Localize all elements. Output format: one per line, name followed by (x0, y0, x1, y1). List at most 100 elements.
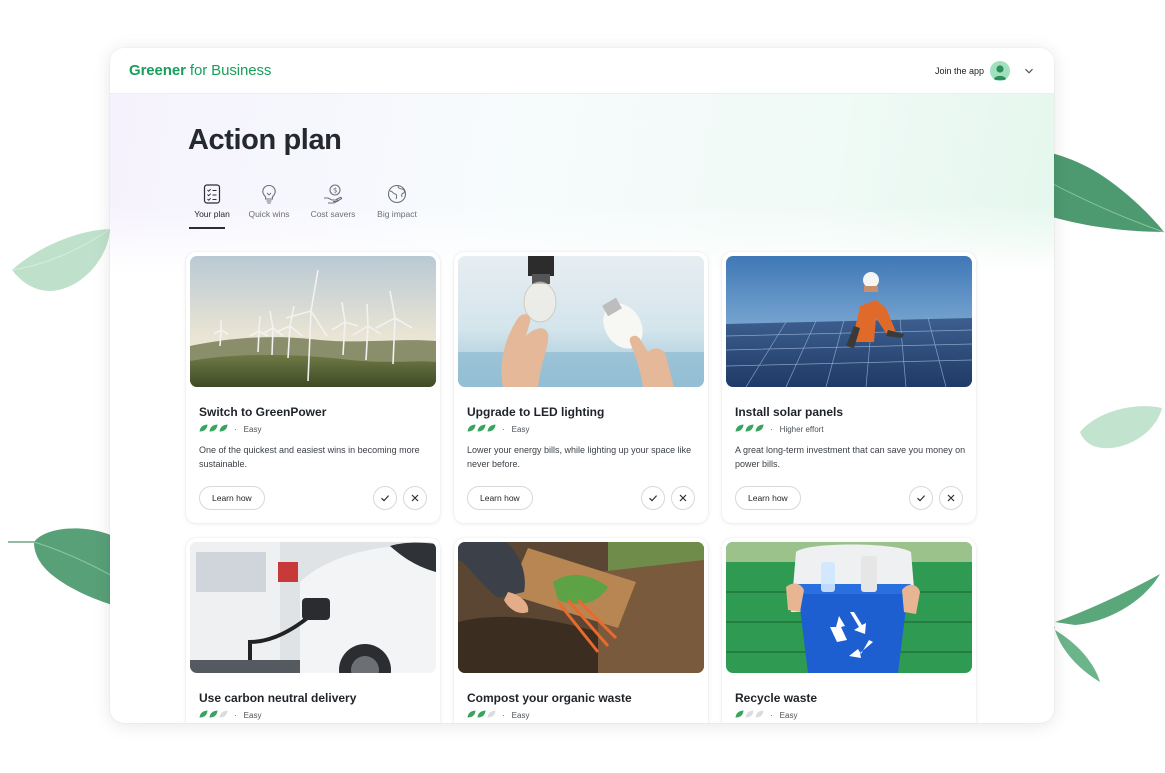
leaf-filled-icon (477, 424, 486, 432)
effort-label: Easy (511, 710, 530, 720)
leaf-empty-icon (755, 710, 764, 718)
card-title: Upgrade to LED lighting (467, 405, 605, 419)
tab-cost-savers[interactable]: $ Cost savers (301, 183, 365, 229)
effort-rating: · Easy (199, 710, 261, 720)
tab-quick-wins[interactable]: Quick wins (237, 183, 301, 229)
effort-label: Easy (243, 710, 262, 720)
accept-button[interactable] (909, 486, 933, 510)
card-description: Lower your energy bills, while lighting … (467, 445, 692, 469)
effort-rating: · Easy (467, 710, 529, 720)
separator-dot: · (234, 424, 237, 434)
app-window: Greener for Business Join the app Action… (110, 48, 1054, 723)
leaf-filled-icon (735, 424, 744, 432)
card-title: Install solar panels (735, 405, 844, 419)
effort-leaves (467, 710, 497, 720)
close-icon (947, 494, 955, 502)
effort-leaves (735, 710, 765, 720)
ev-charging-image (190, 542, 436, 673)
effort-leaves (199, 710, 229, 720)
action-card[interactable]: Recycle waste · Easy (722, 538, 976, 723)
user-avatar-icon (990, 60, 1010, 81)
leaf-filled-icon (209, 710, 218, 718)
join-app-label: Join the app (934, 65, 984, 76)
effort-leaves (467, 424, 497, 434)
light-bulbs-image (458, 256, 704, 387)
card-title: Compost your organic waste (467, 691, 632, 705)
dismiss-button[interactable] (403, 486, 427, 510)
svg-text:$: $ (333, 187, 337, 195)
separator-dot: · (770, 710, 773, 720)
learn-how-button[interactable]: Learn how (735, 486, 801, 510)
decorative-leaf-left-top (11, 228, 111, 291)
recycling-bin-image (726, 542, 972, 673)
accept-button[interactable] (641, 486, 665, 510)
action-card[interactable]: Switch to GreenPower · Easy One of the q… (186, 252, 440, 523)
tab-bar: Your plan Quick wins $ Cost savers Big i… (187, 183, 429, 229)
brand-name-bold: Greener (129, 62, 186, 79)
top-navigation-bar: Greener for Business Join the app (110, 48, 1054, 94)
leaf-filled-icon (755, 424, 764, 432)
leaf-filled-icon (467, 424, 476, 432)
effort-leaves (199, 424, 229, 434)
effort-rating: · Easy (735, 710, 797, 720)
tab-label: Cost savers (310, 209, 356, 219)
leaf-filled-icon (467, 710, 476, 718)
leaf-filled-icon (735, 710, 744, 718)
dismiss-button[interactable] (671, 486, 695, 510)
brand-name-rest: for Business (185, 62, 272, 79)
card-description: A great long-term investment that can sa… (735, 445, 966, 469)
effort-label: Easy (511, 424, 530, 434)
leaf-empty-icon (487, 710, 496, 718)
separator-dot: · (234, 710, 237, 720)
effort-label: Higher effort (779, 424, 824, 434)
leaf-filled-icon (209, 424, 218, 432)
learn-how-button[interactable]: Learn how (199, 486, 265, 510)
separator-dot: · (502, 710, 505, 720)
separator-dot: · (770, 424, 773, 434)
leaf-filled-icon (477, 710, 486, 718)
decorative-leaf-right-middle (1080, 406, 1162, 449)
action-card[interactable]: Use carbon neutral delivery · Easy (186, 538, 440, 723)
effort-rating: · Higher effort (735, 424, 824, 434)
checklist-icon (203, 184, 221, 204)
action-card[interactable]: Compost your organic waste · Easy (454, 538, 708, 723)
check-icon (381, 495, 390, 502)
card-description: One of the quickest and easiest wins in … (199, 445, 420, 469)
leaf-filled-icon (745, 424, 754, 432)
tab-your-plan[interactable]: Your plan (187, 183, 237, 229)
tab-label: Quick wins (248, 209, 290, 219)
action-card[interactable]: Install solar panels · Higher effort A g… (722, 252, 976, 523)
effort-rating: · Easy (199, 424, 261, 434)
solar-panels-image (726, 256, 972, 387)
account-menu[interactable]: Join the app (934, 60, 1034, 81)
tab-label: Your plan (194, 209, 230, 219)
card-title: Use carbon neutral delivery (199, 691, 357, 705)
accept-button[interactable] (373, 486, 397, 510)
leaf-filled-icon (199, 710, 208, 718)
dismiss-button[interactable] (939, 486, 963, 510)
leaf-empty-icon (745, 710, 754, 718)
chevron-down-icon[interactable] (1024, 66, 1034, 76)
tab-big-impact[interactable]: Big impact (365, 183, 429, 229)
money-hand-icon: $ (324, 184, 342, 204)
leaf-filled-icon (487, 424, 496, 432)
card-title: Switch to GreenPower (199, 405, 327, 419)
leaf-empty-icon (219, 710, 228, 718)
effort-leaves (735, 424, 765, 434)
effort-label: Easy (779, 710, 798, 720)
brand-logo[interactable]: Greener for Business (129, 62, 271, 79)
learn-how-button[interactable]: Learn how (467, 486, 533, 510)
close-icon (679, 494, 687, 502)
page-title: Action plan (188, 124, 342, 156)
compost-image (458, 542, 704, 673)
effort-label: Easy (243, 424, 262, 434)
action-card[interactable]: Upgrade to LED lighting · Easy Lower you… (454, 252, 708, 523)
separator-dot: · (502, 424, 505, 434)
globe-icon (387, 184, 407, 204)
leaf-filled-icon (219, 424, 228, 432)
effort-rating: · Easy (467, 424, 529, 434)
card-title: Recycle waste (735, 691, 818, 705)
close-icon (411, 494, 419, 502)
decorative-leaf-right-bottom (1055, 574, 1160, 682)
check-icon (649, 495, 658, 502)
